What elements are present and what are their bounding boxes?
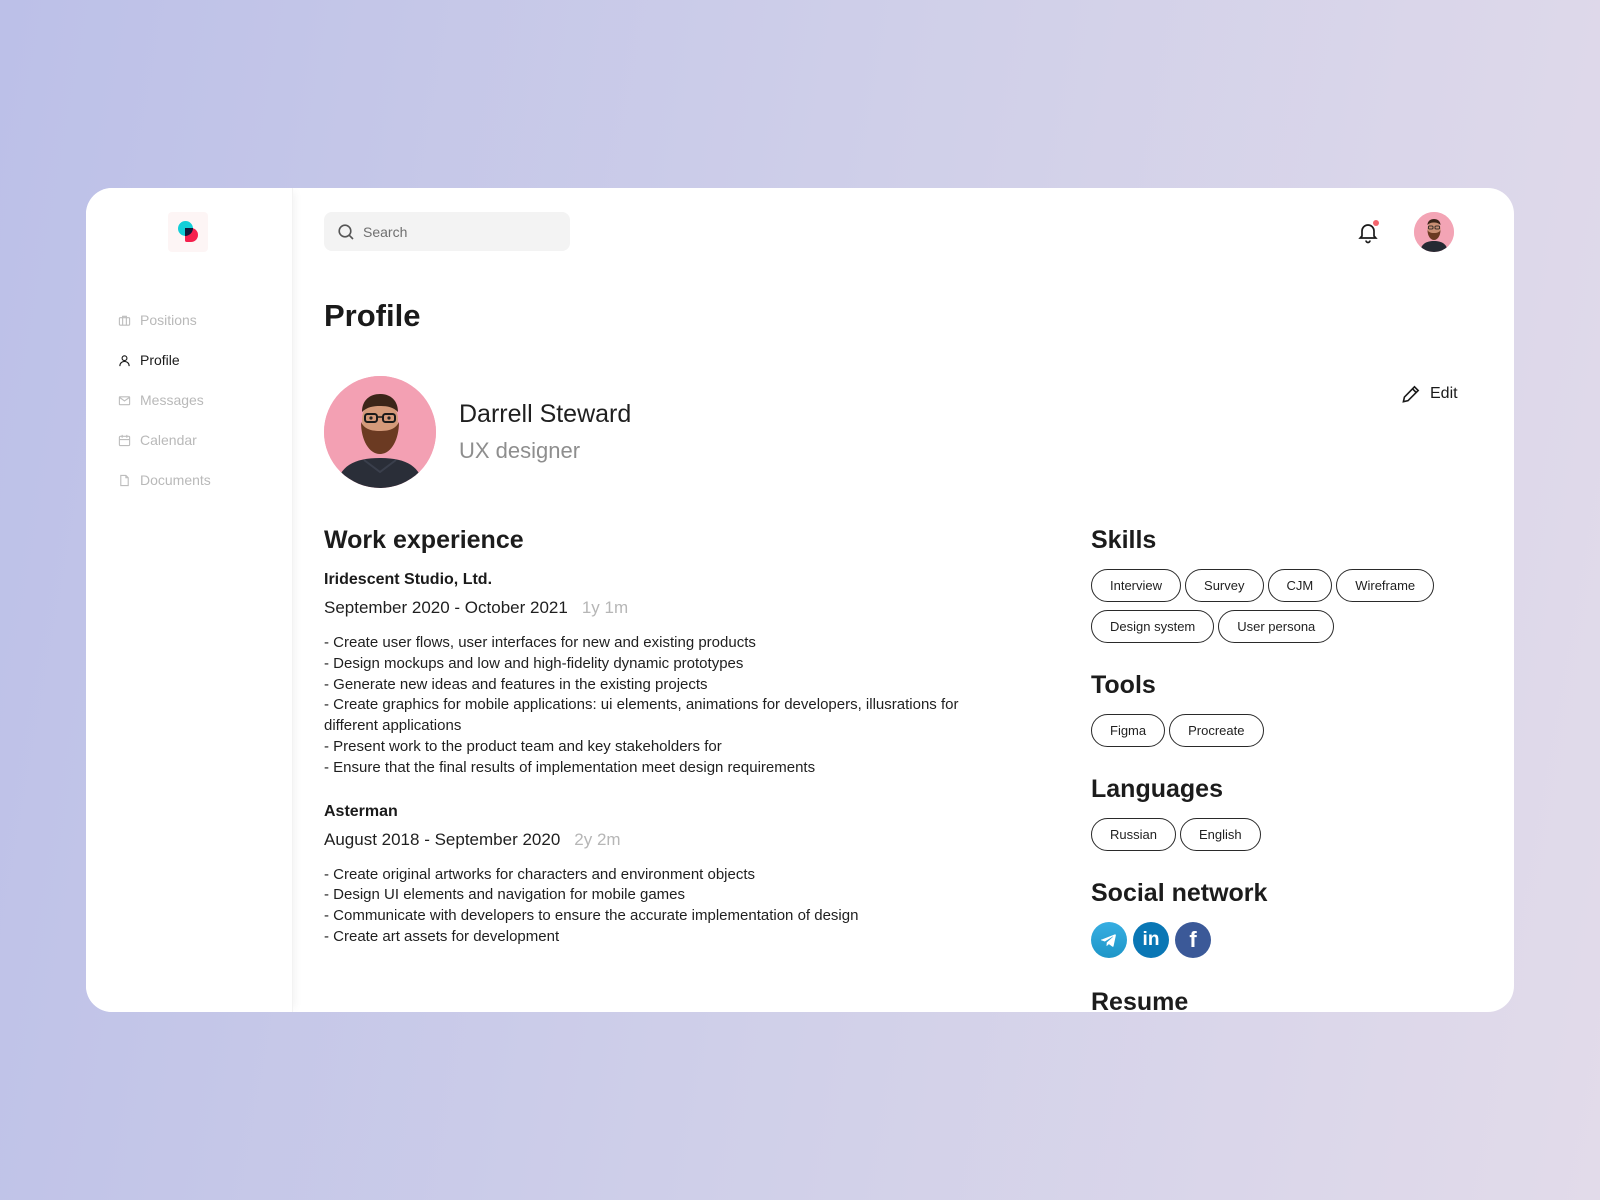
duty-item: - Create art assets for development [324, 927, 560, 945]
duty-item: - Generate new ideas and features in the… [324, 675, 708, 693]
job-duration: 2y 2m [574, 829, 621, 849]
tools-title: Tools [1091, 671, 1156, 699]
calendar-icon [118, 434, 131, 446]
skill-chip[interactable]: Design system [1091, 610, 1215, 643]
job-company: Iridescent Studio, Ltd. [324, 571, 493, 588]
skills-chips: Interview Survey CJM Wireframe Design sy… [1091, 569, 1461, 643]
skill-chip[interactable]: Survey [1185, 569, 1264, 602]
language-chip[interactable]: English [1179, 818, 1261, 851]
skill-chip[interactable]: User persona [1218, 610, 1335, 643]
search-input[interactable] [363, 223, 543, 240]
right-column: Skills Interview Survey CJM Wireframe De… [1091, 526, 1471, 1012]
skill-chip[interactable]: CJM [1267, 569, 1333, 602]
sidebar-item-messages[interactable]: Messages [118, 380, 211, 420]
tool-chip[interactable]: Figma [1091, 714, 1166, 747]
sidebar-item-label: Positions [140, 312, 197, 328]
linkedin-link[interactable]: in [1133, 922, 1169, 958]
pencil-icon [1402, 385, 1420, 403]
person-name: Darrell Steward [459, 400, 632, 428]
edit-profile-button[interactable]: Edit [1401, 384, 1458, 404]
job-company: Asterman [324, 802, 398, 820]
social-network-title: Social network [1091, 879, 1268, 907]
person-role: UX designer [459, 438, 581, 463]
telegram-icon [1100, 934, 1116, 947]
job-period: September 2020 - October 2021 [324, 598, 568, 617]
work-experience-title: Work experience [324, 526, 524, 554]
sidebar-nav: Positions Profile Messages Calendar Docu… [118, 300, 211, 500]
notifications-button[interactable] [1356, 220, 1380, 244]
document-icon [120, 474, 129, 486]
facebook-link[interactable]: f [1175, 922, 1211, 958]
job-period-row: August 2018 - September 2020 2y 2m [324, 830, 1014, 850]
telegram-link[interactable] [1091, 922, 1127, 958]
duty-item: - Ensure that the final results of imple… [324, 758, 816, 776]
duty-item: - Present work to the product team and k… [324, 737, 722, 755]
sidebar-item-label: Messages [140, 392, 204, 408]
duty-item: - Design mockups and low and high-fideli… [324, 654, 744, 672]
user-avatar[interactable] [1414, 212, 1454, 252]
duty-item: - Create original artworks for character… [324, 865, 756, 883]
job-duties: - Create original artworks for character… [324, 865, 1014, 948]
duty-item: - Design UI elements and navigation for … [324, 886, 686, 904]
search-bar[interactable] [324, 212, 570, 251]
edit-label: Edit [1430, 385, 1458, 402]
facebook-icon: f [1189, 927, 1197, 952]
sidebar-item-calendar[interactable]: Calendar [118, 420, 211, 460]
app-window: Positions Profile Messages Calendar Docu… [86, 188, 1514, 1012]
tool-chip[interactable]: Procreate [1169, 714, 1264, 747]
duty-item: - Communicate with developers to ensure … [324, 907, 859, 925]
job-period: August 2018 - September 2020 [324, 829, 561, 849]
skill-chip[interactable]: Wireframe [1336, 569, 1435, 602]
tools-chips: Figma Procreate [1091, 714, 1461, 747]
job-period-row: September 2020 - October 2021 1y 1m [324, 598, 1014, 618]
briefcase-icon [118, 315, 131, 326]
sidebar-item-label: Calendar [140, 432, 197, 448]
language-chip[interactable]: Russian [1091, 818, 1176, 851]
mail-icon [118, 395, 131, 405]
sidebar-item-profile[interactable]: Profile [118, 340, 211, 380]
duty-item: - Create graphics for mobile application… [324, 696, 959, 735]
sidebar-item-positions[interactable]: Positions [118, 300, 211, 340]
sidebar: Positions Profile Messages Calendar Docu… [86, 188, 293, 1012]
avatar-photo [1414, 212, 1454, 252]
job-entry: Iridescent Studio, Ltd. September 2020 -… [324, 571, 1014, 779]
profile-photo [324, 376, 436, 488]
user-icon [119, 354, 130, 366]
profile-photo-image [324, 376, 436, 488]
duty-item: - Create user flows, user interfaces for… [324, 634, 756, 651]
search-icon [338, 223, 354, 240]
job-duration: 1y 1m [581, 598, 629, 617]
notification-dot [1373, 220, 1379, 226]
sidebar-item-label: Profile [140, 352, 180, 368]
languages-chips: Russian English [1091, 818, 1461, 851]
social-links: in f [1091, 922, 1471, 958]
work-experience-section: Work experience Iridescent Studio, Ltd. … [324, 526, 1014, 948]
sidebar-item-label: Documents [140, 472, 211, 488]
skill-chip[interactable]: Interview [1091, 569, 1182, 602]
sidebar-item-documents[interactable]: Documents [118, 460, 211, 500]
page-title: Profile [324, 298, 421, 333]
linkedin-icon: in [1142, 929, 1160, 950]
skills-title: Skills [1091, 526, 1157, 554]
job-duties: - Create user flows, user interfaces for… [324, 633, 1014, 779]
languages-title: Languages [1091, 775, 1223, 803]
logo[interactable] [168, 212, 208, 252]
job-entry: Asterman August 2018 - September 2020 2y … [324, 803, 1014, 948]
main-content: Profile Darrell Steward UX designer Edit [293, 188, 1514, 1012]
resume-title: Resume [1091, 988, 1189, 1012]
